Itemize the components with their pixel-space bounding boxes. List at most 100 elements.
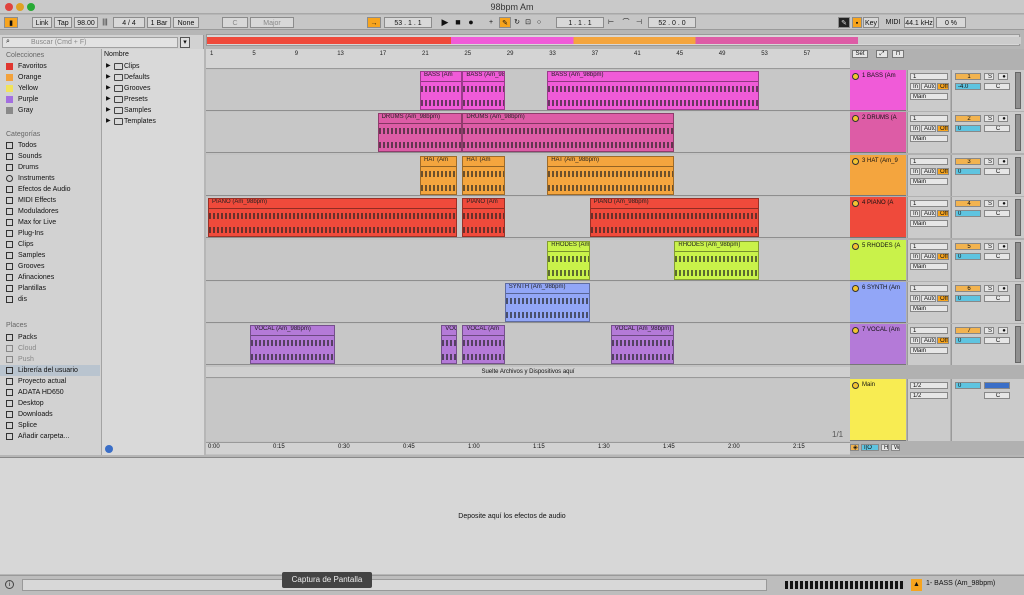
master-w-button[interactable]: W bbox=[891, 444, 900, 451]
automation-arm-icon[interactable]: ✎ bbox=[499, 17, 511, 28]
category-tunings[interactable]: Afinaciones bbox=[0, 272, 100, 283]
loop-start-field[interactable]: 1 . 1 . 1 bbox=[556, 17, 604, 28]
audio-clip[interactable]: PIANO (Am bbox=[462, 198, 505, 237]
monitor-in-button[interactable]: In bbox=[910, 295, 920, 302]
beat-ruler[interactable]: 1 5 9 13 17 21 25 29 33 37 41 45 49 53 57 bbox=[206, 49, 850, 69]
arrangement-toggle-icon[interactable]: ▮ bbox=[4, 17, 18, 28]
monitor-off-button[interactable]: Off bbox=[937, 295, 949, 302]
track-lane[interactable]: SYNTH (Am_98bpm) bbox=[206, 282, 850, 323]
input-channel-select[interactable]: 1 bbox=[910, 285, 948, 292]
category-clips[interactable]: Clips bbox=[0, 239, 100, 250]
track-number-button[interactable]: 4 bbox=[955, 200, 981, 207]
input-channel-select[interactable]: 1 bbox=[910, 158, 948, 165]
track-lane[interactable]: HAT (Am HAT (Am HAT (Am_98bpm) bbox=[206, 155, 850, 196]
draw-mode-icon[interactable]: ✎ bbox=[838, 17, 850, 28]
output-select[interactable]: Main bbox=[910, 135, 948, 142]
track-lane[interactable]: RHODES (Am RHODES (Am_98bpm) bbox=[206, 240, 850, 281]
volume-field[interactable]: 0 bbox=[955, 337, 981, 344]
expand-icon[interactable]: ▶ bbox=[106, 83, 111, 94]
status-clip-overview[interactable] bbox=[785, 581, 905, 589]
punch-out-icon[interactable]: ⊣ bbox=[634, 17, 644, 28]
audio-clip[interactable]: HAT (Am bbox=[462, 156, 505, 195]
place-push[interactable]: Push bbox=[0, 354, 100, 365]
expand-icon[interactable]: ▶ bbox=[106, 116, 111, 127]
quantize-select[interactable]: None bbox=[173, 17, 199, 28]
input-channel-select[interactable]: 1 bbox=[910, 243, 948, 250]
category-todos[interactable]: Todos bbox=[0, 140, 100, 151]
input-channel-select[interactable]: 1 bbox=[910, 73, 948, 80]
solo-button[interactable]: S bbox=[984, 158, 994, 165]
solo-button[interactable]: S bbox=[984, 73, 994, 80]
play-icon[interactable]: ▶ bbox=[440, 17, 450, 28]
link-button[interactable]: Link bbox=[32, 17, 52, 28]
loop-icon[interactable]: ↻ bbox=[512, 17, 522, 28]
category-grooves[interactable]: Grooves bbox=[0, 261, 100, 272]
expand-icon[interactable]: ▶ bbox=[106, 105, 111, 116]
track-activator-icon[interactable] bbox=[852, 285, 859, 292]
master-output-1[interactable]: 1/2 bbox=[910, 382, 948, 389]
device-view[interactable]: Deposite aquí los efectos de audio bbox=[0, 457, 1024, 574]
category-sounds[interactable]: Sounds bbox=[0, 151, 100, 162]
crossfade-button[interactable]: C bbox=[984, 295, 1010, 302]
track-activator-icon[interactable] bbox=[852, 327, 859, 334]
track-activator-icon[interactable] bbox=[852, 200, 859, 207]
solo-button[interactable]: S bbox=[984, 285, 994, 292]
place-splice[interactable]: Splice bbox=[0, 420, 100, 431]
audio-clip[interactable]: HAT (Am bbox=[420, 156, 458, 195]
output-select[interactable]: Main bbox=[910, 220, 948, 227]
punch-in-icon[interactable]: ⊢ bbox=[606, 17, 616, 28]
browser-item-samples[interactable]: ▶ Samples bbox=[106, 105, 151, 116]
arm-record-icon[interactable]: ● bbox=[998, 327, 1008, 334]
audio-clip[interactable]: VOCAL (Am_98bpm) bbox=[250, 325, 336, 364]
crossfade-button[interactable]: C bbox=[984, 253, 1010, 260]
arm-record-icon[interactable]: ● bbox=[998, 200, 1008, 207]
place-add-folder[interactable]: Añadir carpeta... bbox=[0, 431, 100, 442]
volume-field[interactable]: 0 bbox=[955, 210, 981, 217]
output-select[interactable]: Main bbox=[910, 178, 948, 185]
monitor-in-button[interactable]: In bbox=[910, 210, 920, 217]
browser-item-grooves[interactable]: ▶ Grooves bbox=[106, 83, 150, 94]
arm-record-icon[interactable]: ● bbox=[998, 158, 1008, 165]
volume-field[interactable]: -4.0 bbox=[955, 83, 981, 90]
category-dis[interactable]: dis bbox=[0, 294, 100, 305]
category-plugins[interactable]: Plug-Ins bbox=[0, 228, 100, 239]
master-track-header[interactable]: Main bbox=[850, 379, 906, 441]
monitor-auto-button[interactable]: Auto bbox=[921, 295, 936, 302]
follow-icon[interactable]: → bbox=[367, 17, 381, 28]
key-map-button[interactable]: Key bbox=[863, 17, 879, 28]
track-header[interactable]: 7 VOCAL (Am bbox=[850, 324, 906, 365]
lock-icon[interactable]: ⊓ bbox=[892, 50, 904, 58]
output-select[interactable]: Main bbox=[910, 305, 948, 312]
audio-clip[interactable]: VOCAL (Am_98bpm) bbox=[610, 325, 675, 364]
master-crossfader[interactable]: C bbox=[984, 392, 1010, 399]
browser-search-input[interactable]: Buscar (Cmd + F) bbox=[2, 37, 178, 48]
crossfade-button[interactable]: C bbox=[984, 168, 1010, 175]
track-number-button[interactable]: 2 bbox=[955, 115, 981, 122]
browser-item-defaults[interactable]: ▶ Defaults bbox=[106, 72, 150, 83]
set-button[interactable]: Set bbox=[852, 50, 868, 58]
output-select[interactable]: Main bbox=[910, 93, 948, 100]
volume-field[interactable]: 0 bbox=[955, 253, 981, 260]
browser-item-presets[interactable]: ▶ Presets bbox=[106, 94, 148, 105]
monitor-off-button[interactable]: Off bbox=[937, 210, 949, 217]
monitor-auto-button[interactable]: Auto bbox=[921, 83, 936, 90]
record-icon[interactable]: ● bbox=[466, 17, 476, 28]
key-select[interactable]: C bbox=[222, 17, 248, 28]
time-ruler[interactable]: 0:00 0:15 0:30 0:45 1:00 1:15 1:30 1:45 2:00 2:15 bbox=[206, 442, 850, 454]
master-output-2[interactable]: 1/2 bbox=[910, 392, 948, 399]
browser-item-clips[interactable]: ▶ Clips bbox=[106, 61, 140, 72]
audio-clip[interactable]: PIANO (Am_98bpm) bbox=[589, 198, 760, 237]
arm-record-icon[interactable]: ● bbox=[998, 243, 1008, 250]
place-packs[interactable]: Packs bbox=[0, 332, 100, 343]
volume-field[interactable]: 0 bbox=[955, 168, 981, 175]
input-channel-select[interactable]: 1 bbox=[910, 327, 948, 334]
category-modulators[interactable]: Moduladores bbox=[0, 206, 100, 217]
track-lane[interactable]: BASS (Am BASS (Am_98 BASS (Am_98bpm) bbox=[206, 70, 850, 111]
monitor-auto-button[interactable]: Auto bbox=[921, 125, 936, 132]
audio-clip[interactable]: DRUMS (Am_98bpm) bbox=[377, 113, 463, 152]
monitor-auto-button[interactable]: Auto bbox=[921, 210, 936, 217]
place-user-library[interactable]: Librería del usuario bbox=[0, 365, 100, 376]
crossfade-button[interactable]: C bbox=[984, 337, 1010, 344]
track-lane[interactable]: PIANO (Am_98bpm) PIANO (Am PIANO (Am_98bpm… bbox=[206, 197, 850, 238]
track-header[interactable]: 6 SYNTH (Am bbox=[850, 282, 906, 323]
